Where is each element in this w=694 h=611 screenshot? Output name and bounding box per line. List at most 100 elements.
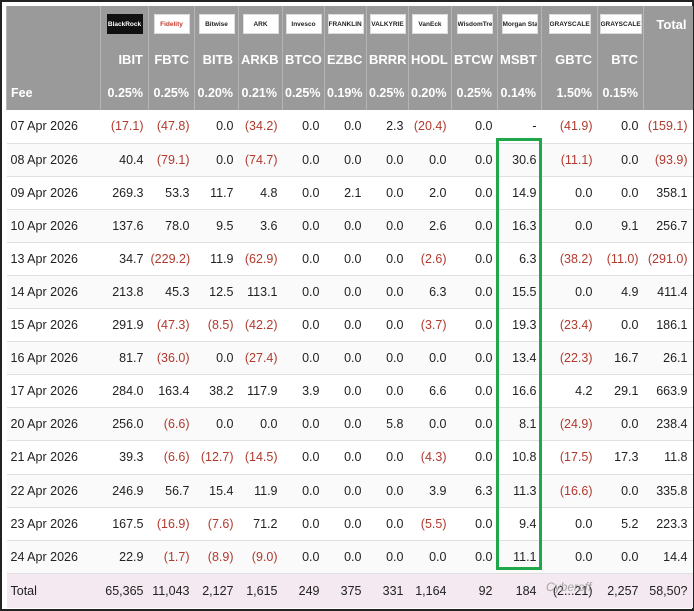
flow-cell-arkb: 71.2 <box>238 507 283 541</box>
flow-cell-hodl: 0.0 <box>408 540 452 574</box>
flow-cell-arkb: 4.8 <box>238 176 283 210</box>
flow-cell-ibit: 167.5 <box>100 507 149 541</box>
flow-cell-msbt: 30.6 <box>497 143 542 177</box>
flow-cell-bitb: 0.0 <box>194 110 239 144</box>
flow-cell-arkb: (62.9) <box>238 242 283 276</box>
flow-cell-bitb: 11.7 <box>194 176 239 210</box>
flow-cell-bitb: 12.5 <box>194 275 239 310</box>
total-btc: 2,257 <box>597 573 644 609</box>
ticker-ibit: IBIT <box>100 42 149 76</box>
flow-cell-ezbc: 0.0 <box>324 374 367 409</box>
flow-cell-ibit: 34.7 <box>100 242 149 276</box>
flow-cell-fbtc: (36.0) <box>148 341 195 376</box>
flow-cell-ibit: 81.7 <box>100 341 149 376</box>
flow-cell-btc: 29.1 <box>597 374 644 409</box>
table-row: 14 Apr 2026 213.8 45.3 12.5 113.1 0.0 0.0 0.0 6.… <box>6 275 693 310</box>
flow-cell-btco: 0.0 <box>282 275 325 310</box>
flow-cell-btco: 3.9 <box>282 374 325 409</box>
fee-row: Fee 0.25% 0.25% 0.20% 0.21% 0.25% 0.19% 0.25% 0… <box>6 76 693 110</box>
flow-cell-fbtc: (47.3) <box>148 308 195 343</box>
fee-ezbc: 0.19% <box>324 76 367 110</box>
flow-cell-btc: 0.0 <box>597 176 644 210</box>
fidelity-logo: Fidelity <box>153 14 190 34</box>
flow-cell-ibit: 22.9 <box>100 540 149 574</box>
flow-cell-ezbc: 0.0 <box>324 507 367 541</box>
ticker-arkb: ARKB <box>238 42 283 76</box>
flow-cell-gbtc: (38.2) <box>541 242 598 276</box>
total-arkb: 1,615 <box>238 573 283 609</box>
flow-cell-hodl: 0.0 <box>408 407 452 442</box>
flow-cell-btco: 0.0 <box>282 242 325 276</box>
etf-flows-frame: BlackRock Fidelity Bitwise ARK Invesco F… <box>0 0 694 611</box>
fee-brrr: 0.25% <box>366 76 409 110</box>
flow-cell-btcw: 0.0 <box>451 275 498 310</box>
issuer-logo: Invesco <box>282 6 325 42</box>
ticker-ezbc: EZBC <box>324 42 367 76</box>
flow-cell-ezbc: 0.0 <box>324 407 367 442</box>
flow-cell-hodl: (3.7) <box>408 308 452 343</box>
table-row: 16 Apr 2026 81.7 (36.0) 0.0 (27.4) 0.0 0.0 0.0 0… <box>6 341 693 376</box>
flow-cell-btc: 9.1 <box>597 209 644 243</box>
flow-cell-arkb: 113.1 <box>238 275 283 310</box>
flow-cell-hodl: 2.6 <box>408 209 452 243</box>
flow-cell-bitb: 9.5 <box>194 209 239 243</box>
grand-total: 58,50? <box>643 573 693 609</box>
flow-cell-bitb: 0.0 <box>194 143 239 177</box>
flow-cell-btc: 0.0 <box>597 540 644 574</box>
flow-cell-hodl: (5.5) <box>408 507 452 541</box>
row-date: 22 Apr 2026 <box>6 474 101 508</box>
invesco-logo: Invesco <box>285 14 322 34</box>
flow-cell-fbtc: 163.4 <box>148 374 195 409</box>
ticker-gbtc: GBTC <box>541 42 598 76</box>
row-date: 23 Apr 2026 <box>6 507 101 541</box>
vaneck-logo: VanEck <box>412 14 448 34</box>
row-total: 14.4 <box>643 540 693 574</box>
total-fbtc: 11,043 <box>148 573 195 609</box>
flow-cell-ibit: 291.9 <box>100 308 149 343</box>
flow-cell-ezbc: 0.0 <box>324 540 367 574</box>
issuer-logo: Bitwise <box>194 6 239 42</box>
issuer-logo: VanEck <box>408 6 452 42</box>
table-row: 07 Apr 2026 (17.1) (47.8) 0.0 (34.2) 0.0 0.0 2.… <box>6 110 693 144</box>
flow-cell-arkb: 3.6 <box>238 209 283 243</box>
flow-cell-arkb: 117.9 <box>238 374 283 409</box>
flow-cell-ibit: 137.6 <box>100 209 149 243</box>
row-date: 21 Apr 2026 <box>6 440 101 475</box>
flow-cell-ezbc: 0.0 <box>324 275 367 310</box>
row-total: 411.4 <box>643 275 693 310</box>
flow-cell-brrr: 0.0 <box>366 374 409 409</box>
flow-cell-brrr: 0.0 <box>366 507 409 541</box>
flow-cell-msbt: 16.3 <box>497 209 542 243</box>
flow-cell-btc: 5.2 <box>597 507 644 541</box>
flow-cell-msbt: 8.1 <box>497 407 542 442</box>
flow-cell-ezbc: 0.0 <box>324 209 367 243</box>
fee-arkb: 0.21% <box>238 76 283 110</box>
flow-cell-fbtc: (6.6) <box>148 440 195 475</box>
total-row-label: Total <box>6 573 101 609</box>
ticker-msbt: MSBT <box>497 42 542 76</box>
flow-cell-gbtc: 0.0 <box>541 176 598 210</box>
flow-cell-ezbc: 0.0 <box>324 474 367 508</box>
fee-msbt: 0.14% <box>497 76 542 110</box>
flow-cell-brrr: 0.0 <box>366 176 409 210</box>
flow-cell-btcw: 0.0 <box>451 176 498 210</box>
ticker-row: IBIT FBTC BITB ARKB BTCO EZBC BRRR HODL BTCW MSBT… <box>6 42 693 76</box>
etf-flows-table: BlackRock Fidelity Bitwise ARK Invesco F… <box>6 6 693 609</box>
ticker-hodl: HODL <box>408 42 452 76</box>
flow-cell-hodl: (4.3) <box>408 440 452 475</box>
blackrock-logo: BlackRock <box>106 14 143 34</box>
row-date: 16 Apr 2026 <box>6 341 101 376</box>
flow-cell-gbtc: (24.9) <box>541 407 598 442</box>
issuer-logo: GRAYSCALE <box>597 6 644 42</box>
fee-btco: 0.25% <box>282 76 325 110</box>
flow-cell-bitb: (8.9) <box>194 540 239 574</box>
flow-cell-btc: 0.0 <box>597 407 644 442</box>
flow-cell-hodl: 2.0 <box>408 176 452 210</box>
flow-cell-brrr: 5.8 <box>366 407 409 442</box>
flow-cell-arkb: (74.7) <box>238 143 283 177</box>
flow-cell-arkb: (27.4) <box>238 341 283 376</box>
issuer-logo: WisdomTree <box>451 6 498 42</box>
flow-cell-hodl: 6.6 <box>408 374 452 409</box>
flow-cell-fbtc: (79.1) <box>148 143 195 177</box>
flow-cell-ibit: 246.9 <box>100 474 149 508</box>
